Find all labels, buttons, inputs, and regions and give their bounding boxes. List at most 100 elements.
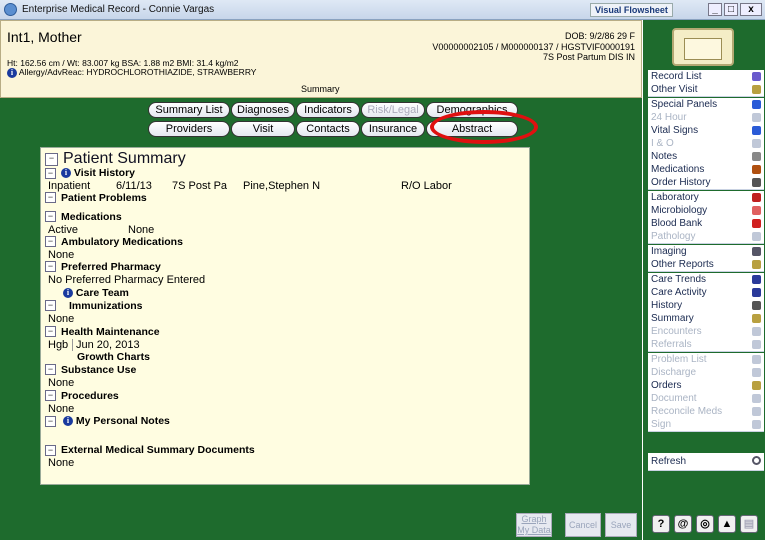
info-icon[interactable]: i xyxy=(61,168,71,179)
collapse-toggle[interactable]: − xyxy=(45,445,56,456)
minimize-button[interactable]: _ xyxy=(708,3,722,16)
visual-flowsheet-button[interactable]: Visual Flowsheet xyxy=(590,3,673,17)
sidebar-item-discharge[interactable]: Discharge xyxy=(648,366,764,380)
collapse-toggle[interactable]: − xyxy=(45,300,56,311)
drop-icon xyxy=(752,139,761,148)
tab-summary-list[interactable]: Summary List xyxy=(148,102,230,118)
sidebar-item-label: Sign xyxy=(651,419,672,430)
sidebar-item-label: Summary xyxy=(651,313,694,324)
visit-type: Inpatient xyxy=(48,180,91,192)
collapse-toggle[interactable]: − xyxy=(45,326,56,337)
collapse-toggle[interactable]: − xyxy=(45,416,56,427)
hm-date: Jun 20, 2013 xyxy=(72,339,140,351)
lock-icon[interactable]: ▲ xyxy=(718,515,736,533)
refresh-icon xyxy=(752,456,761,465)
patient-summary-panel: − Patient Summary − i Visit History Inpa… xyxy=(40,147,530,485)
tab-providers[interactable]: Providers xyxy=(148,121,230,137)
sidebar-item-label: Referrals xyxy=(651,339,692,350)
sidebar-item-care-activity[interactable]: Care Activity xyxy=(648,286,764,300)
sidebar-item-label: Medications xyxy=(651,164,705,175)
refresh-button[interactable]: Refresh xyxy=(648,453,764,471)
cancel-button[interactable]: Cancel xyxy=(565,513,601,537)
patient-ids: V00000002105 / M000000137 / HGSTVIF00001… xyxy=(432,42,635,52)
sidebar-item-label: Laboratory xyxy=(651,192,699,203)
sidebar-item-care-trends[interactable]: Care Trends xyxy=(648,273,764,287)
note-icon xyxy=(752,152,761,161)
patient-location: 7S Post Partum DIS IN xyxy=(542,52,635,62)
sidebar-item-label: Blood Bank xyxy=(651,218,703,229)
sidebar-item-i-o[interactable]: I & O xyxy=(648,137,764,151)
team-icon xyxy=(752,275,761,284)
list-icon xyxy=(752,355,761,364)
sidebar-item-medications[interactable]: Medications xyxy=(648,163,764,177)
close-button[interactable]: x xyxy=(740,3,762,16)
tools-icon[interactable]: ◎ xyxy=(696,515,714,533)
maximize-button[interactable]: □ xyxy=(724,3,738,16)
info-icon: i xyxy=(7,67,17,78)
sidebar-item-document[interactable]: Document xyxy=(648,392,764,406)
title-bar: Enterprise Medical Record - Connie Varga… xyxy=(0,0,765,20)
visit-date: 6/11/13 xyxy=(116,180,152,192)
med-status: Active xyxy=(48,224,78,236)
sidebar-item-summary[interactable]: Summary xyxy=(648,312,764,326)
save-button[interactable]: Save xyxy=(605,513,637,537)
sidebar-item-laboratory[interactable]: Laboratory xyxy=(648,191,764,205)
collapse-toggle[interactable]: − xyxy=(45,364,56,375)
medications-header: Medications xyxy=(61,211,122,223)
info-icon[interactable]: i xyxy=(63,288,73,299)
hm-test: Hgb xyxy=(48,339,69,351)
collapse-toggle[interactable]: − xyxy=(45,211,56,222)
info-icon[interactable]: i xyxy=(63,416,73,427)
collapse-toggle[interactable]: − xyxy=(45,168,56,179)
sidebar-item-reconcile-meds[interactable]: Reconcile Meds xyxy=(648,405,764,419)
sidebar-item-imaging[interactable]: Imaging xyxy=(648,245,764,259)
sidebar-item-special-panels[interactable]: Special Panels xyxy=(648,98,764,112)
print-icon[interactable]: ▤ xyxy=(740,515,758,533)
collapse-toggle[interactable]: − xyxy=(45,261,56,272)
globe-icon[interactable]: @ xyxy=(674,515,692,533)
sidebar-item-label: Vital Signs xyxy=(651,125,699,136)
tab-diagnoses[interactable]: Diagnoses xyxy=(231,102,295,118)
immunizations-header: Immunizations xyxy=(69,300,143,312)
doc-icon xyxy=(752,340,761,349)
sidebar-item-encounters[interactable]: Encounters xyxy=(648,325,764,339)
report-icon xyxy=(752,260,761,269)
collapse-toggle[interactable]: − xyxy=(45,153,58,166)
sidebar-item-vital-signs[interactable]: Vital Signs xyxy=(648,124,764,138)
sidebar-item-history[interactable]: History xyxy=(648,299,764,313)
help-icon xyxy=(752,72,761,81)
clock-icon xyxy=(752,113,761,122)
ambulatory-meds-value: None xyxy=(48,249,75,261)
graph-my-data-button[interactable]: Graph My Data xyxy=(516,513,552,537)
sidebar-item-order-history[interactable]: Order History xyxy=(648,176,764,190)
tab-risk-legal[interactable]: Risk/Legal xyxy=(361,102,425,118)
sidebar-item-blood-bank[interactable]: Blood Bank xyxy=(648,217,764,231)
sidebar-item-other-visit[interactable]: Other Visit xyxy=(648,83,764,97)
sidebar-item-sign[interactable]: Sign xyxy=(648,418,764,432)
sidebar-item-label: Care Trends xyxy=(651,274,707,285)
tab-contacts[interactable]: Contacts xyxy=(296,121,360,137)
sidebar-item-label: Encounters xyxy=(651,326,702,337)
sidebar-item-other-reports[interactable]: Other Reports xyxy=(648,258,764,272)
sidebar-item-referrals[interactable]: Referrals xyxy=(648,338,764,352)
sidebar-item-label: Care Activity xyxy=(651,287,707,298)
tab-insurance[interactable]: Insurance xyxy=(361,121,425,137)
view-label: Summary xyxy=(301,84,340,94)
collapse-toggle[interactable]: − xyxy=(45,192,56,203)
sidebar-item-pathology[interactable]: Pathology xyxy=(648,230,764,244)
sidebar-item-24-hour[interactable]: 24 Hour xyxy=(648,111,764,125)
visit-reason: R/O Labor xyxy=(401,180,452,192)
sidebar-item-microbiology[interactable]: Microbiology xyxy=(648,204,764,218)
arrow-icon xyxy=(752,100,761,109)
collapse-toggle[interactable]: − xyxy=(45,236,56,247)
tab-indicators[interactable]: Indicators xyxy=(296,102,360,118)
collapse-toggle[interactable]: − xyxy=(45,390,56,401)
sidebar-item-orders[interactable]: Orders xyxy=(648,379,764,393)
sidebar-item-notes[interactable]: Notes xyxy=(648,150,764,164)
sidebar-item-record-list[interactable]: Record List xyxy=(648,70,764,84)
personal-notes-header: i My Personal Notes xyxy=(63,415,539,427)
tab-visit[interactable]: Visit xyxy=(231,121,295,137)
help-icon[interactable]: ? xyxy=(652,515,670,533)
sidebar-item-problem-list[interactable]: Problem List xyxy=(648,353,764,367)
folder-icon[interactable] xyxy=(672,28,734,66)
